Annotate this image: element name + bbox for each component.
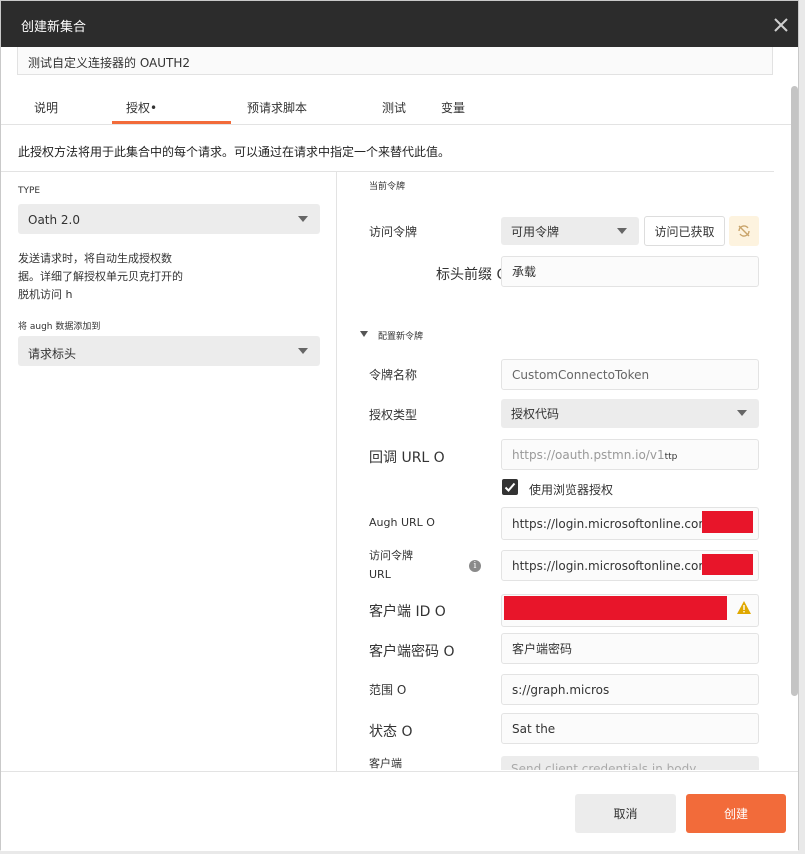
token-name-input[interactable]: CustomConnectoToken bbox=[501, 359, 759, 390]
access-token-label: 访问令牌 bbox=[369, 225, 418, 239]
sync-off-icon bbox=[738, 225, 750, 237]
tab-authorization[interactable]: 授权• bbox=[126, 99, 157, 116]
configure-token-heading[interactable]: 配置新令牌 bbox=[378, 329, 423, 342]
sync-token-button[interactable] bbox=[729, 216, 759, 246]
collection-name-input[interactable]: 测试自定义连接器的 OAUTH2 bbox=[17, 47, 773, 75]
client-secret-input[interactable]: 客户端密码 bbox=[501, 633, 759, 664]
dialog-title: 创建新集合 bbox=[21, 20, 87, 35]
add-auth-to-select[interactable]: 请求标头 bbox=[18, 336, 320, 366]
create-collection-dialog: 创建新集合 测试自定义连接器的 OAUTH2 说明 授权• 预请求脚本 测试 变… bbox=[0, 0, 799, 851]
available-tokens-value: 可用令牌 bbox=[511, 225, 560, 239]
grant-type-label: 授权类型 bbox=[369, 408, 418, 422]
redaction-mark bbox=[702, 554, 753, 575]
client-secret-label: 客户端密码 O bbox=[369, 644, 455, 660]
current-token-heading: 当前令牌 bbox=[369, 182, 406, 192]
close-icon[interactable] bbox=[771, 15, 791, 35]
divider bbox=[1, 171, 774, 172]
column-divider bbox=[336, 171, 337, 771]
tab-bar: 说明 授权• 预请求脚本 测试 变量 bbox=[1, 91, 798, 125]
grant-type-select[interactable]: 授权代码 bbox=[501, 399, 759, 428]
info-icon[interactable]: i bbox=[469, 560, 481, 572]
warning-icon bbox=[737, 601, 751, 614]
active-tab-indicator bbox=[112, 121, 231, 124]
browser-auth-checkbox[interactable] bbox=[502, 479, 518, 495]
tab-tests[interactable]: 测试 bbox=[382, 99, 406, 116]
access-token-url-label: 访问令牌 bbox=[369, 549, 413, 562]
state-label: 状态 O bbox=[369, 724, 413, 740]
token-name-label: 令牌名称 bbox=[369, 368, 418, 382]
grant-type-value: 授权代码 bbox=[511, 407, 560, 421]
tab-pre-request-script[interactable]: 预请求脚本 bbox=[247, 99, 307, 116]
auth-type-value: Oath 2.0 bbox=[28, 213, 81, 227]
add-to-label: 将 augh 数据添加到 bbox=[18, 322, 101, 332]
add-auth-to-value: 请求标头 bbox=[28, 347, 77, 361]
check-icon bbox=[504, 482, 516, 492]
triangle-down-icon[interactable] bbox=[360, 331, 368, 337]
client-id-label: 客户端 ID O bbox=[369, 604, 446, 620]
browser-auth-label: 使用浏览器授权 bbox=[529, 483, 614, 497]
cancel-button[interactable]: 取消 bbox=[575, 794, 676, 833]
auth-url-label: Augh URL O bbox=[369, 516, 435, 529]
scope-input[interactable]: s://graph.micros bbox=[501, 674, 759, 705]
caret-down-icon bbox=[298, 216, 308, 222]
callback-url-label: 回调 URL O bbox=[369, 450, 445, 466]
callback-url-value: https://oauth.pstmn.io/v1 bbox=[512, 447, 665, 462]
client-authentication-select[interactable]: Send client credentials in body bbox=[501, 756, 759, 770]
redaction-mark bbox=[504, 596, 727, 620]
help-line: 发送请求时，将自动生成授权数 bbox=[18, 252, 172, 265]
dialog-footer: 取消 创建 bbox=[1, 771, 798, 851]
caret-down-icon bbox=[737, 410, 747, 416]
auth-help-text: 发送请求时，将自动生成授权数 据。详细了解授权单元贝克打开的 脱机访问 h bbox=[18, 250, 218, 304]
client-authentication-label: 客户端 bbox=[369, 757, 402, 770]
auth-description: 此授权方法将用于此集合中的每个请求。可以通过在请求中指定一个来替代此值。 bbox=[18, 145, 451, 159]
callback-url-input[interactable]: https://oauth.pstmn.io/v1 ttp bbox=[501, 439, 759, 470]
header-prefix-label: 标头前缀 O bbox=[436, 267, 508, 283]
state-input[interactable]: Sat the bbox=[501, 713, 759, 744]
tab-variables[interactable]: 变量 bbox=[441, 99, 465, 116]
available-tokens-select[interactable]: 可用令牌 bbox=[501, 217, 639, 245]
caret-down-icon bbox=[298, 348, 308, 354]
auth-type-select[interactable]: Oath 2.0 bbox=[18, 204, 320, 234]
client-authentication-value: Send client credentials in body bbox=[511, 762, 697, 770]
tab-description[interactable]: 说明 bbox=[34, 99, 58, 116]
type-label: TYPE bbox=[18, 186, 41, 196]
scrollbar[interactable] bbox=[791, 86, 798, 696]
help-line: 据。详细了解授权单元贝克打开的 bbox=[18, 270, 183, 283]
help-link[interactable]: 脱机访问 h bbox=[18, 286, 218, 304]
caret-down-icon bbox=[617, 228, 627, 234]
redaction-mark bbox=[702, 511, 753, 533]
create-button[interactable]: 创建 bbox=[686, 794, 786, 833]
callback-url-suffix: ttp bbox=[664, 451, 678, 462]
scope-label: 范围 O bbox=[369, 683, 407, 697]
get-access-token-button[interactable]: 访问已获取 bbox=[644, 216, 725, 246]
header-prefix-input[interactable]: 承载 bbox=[501, 256, 759, 287]
title-bar: 创建新集合 bbox=[1, 1, 798, 47]
access-token-url-label-2: URL bbox=[369, 568, 391, 581]
